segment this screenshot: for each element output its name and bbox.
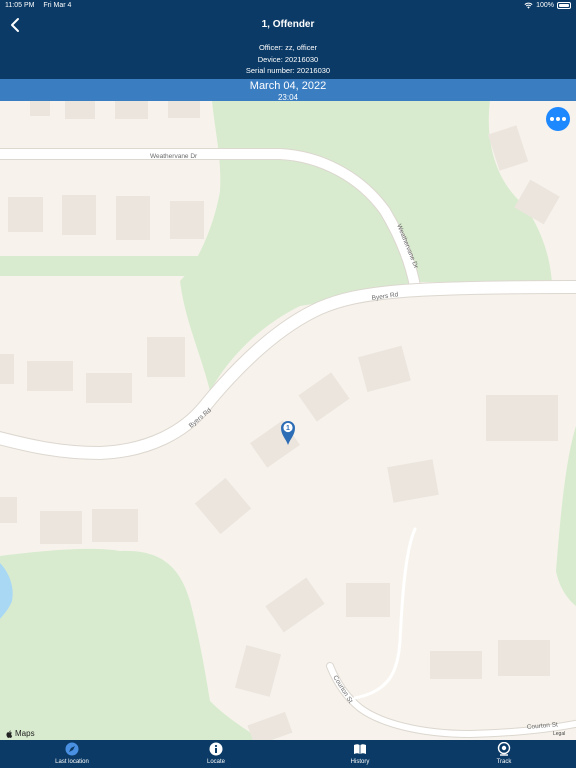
track-icon bbox=[497, 742, 511, 756]
map-canvas: Weathervane Dr Weathervane Dr Byers Rd B… bbox=[0, 101, 576, 740]
status-date: Fri Mar 4 bbox=[43, 2, 72, 9]
book-icon bbox=[354, 744, 366, 754]
tab-label: Last location bbox=[55, 759, 89, 765]
legal-link[interactable]: Legal bbox=[553, 731, 565, 737]
info-icon bbox=[209, 742, 223, 756]
officer-text: Officer: zz, officer bbox=[258, 43, 318, 52]
ellipsis-dot bbox=[556, 117, 560, 121]
location-date: March 04, 2022 bbox=[249, 80, 327, 92]
park-area bbox=[0, 256, 220, 276]
street-label: Weathervane Dr bbox=[150, 153, 198, 160]
tab-last-location[interactable]: Last location bbox=[0, 740, 144, 768]
apple-logo-icon bbox=[6, 729, 13, 738]
page-title: 1, Offender bbox=[261, 19, 315, 30]
tab-locate[interactable]: Locate bbox=[144, 740, 288, 768]
battery-icon bbox=[557, 2, 571, 9]
maps-attribution: Maps bbox=[6, 729, 35, 738]
ellipsis-icon bbox=[550, 117, 554, 121]
header: 1, Offender Officer: zz, officer Device:… bbox=[0, 13, 576, 79]
tab-label: History bbox=[350, 759, 370, 765]
serial-text: Serial number: 20216030 bbox=[245, 66, 331, 75]
tab-bar: Last location Locate History Track bbox=[0, 740, 576, 768]
maps-label: Maps bbox=[15, 729, 35, 738]
pin-number: 1 bbox=[286, 425, 290, 432]
tab-label: Locate bbox=[206, 759, 225, 765]
device-text: Device: 20216030 bbox=[257, 55, 319, 64]
status-bar: 11:05 PM Fri Mar 4 100% bbox=[0, 0, 576, 13]
date-bar: March 04, 2022 23:04 bbox=[0, 79, 576, 102]
status-time: 11:05 PM bbox=[5, 2, 35, 9]
battery-percent: 100% bbox=[536, 2, 554, 9]
tab-history[interactable]: History bbox=[288, 740, 432, 768]
compass-icon bbox=[65, 742, 79, 756]
more-options-button[interactable] bbox=[546, 107, 570, 131]
tab-label: Track bbox=[496, 759, 512, 765]
ellipsis-dot bbox=[562, 117, 566, 121]
map-view[interactable]: Weathervane Dr Weathervane Dr Byers Rd B… bbox=[0, 101, 576, 740]
wifi-icon bbox=[524, 2, 533, 9]
tab-track[interactable]: Track bbox=[432, 740, 576, 768]
